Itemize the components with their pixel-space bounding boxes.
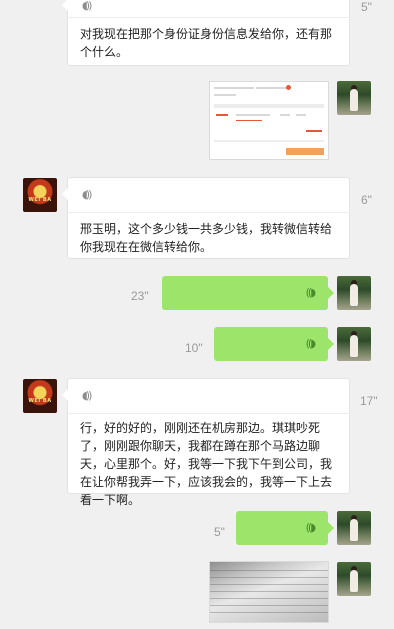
voice-transcript: 行，好的好的，刚刚还在机房那边。琪琪吵死了，刚刚跟你聊天，我都在蹲在那个马路边聊… — [80, 421, 333, 507]
voice-message-incoming[interactable]: ◖)) 行，好的好的，刚刚还在机房那边。琪琪吵死了，刚刚跟你聊天，我都在蹲在那个… — [62, 378, 350, 507]
voice-transcript: 邢玉明，这个多少钱一共多少钱，我转微信转给你我现在在微信转给你。 — [80, 222, 333, 254]
screenshot-line — [296, 114, 306, 116]
avatar[interactable] — [337, 562, 371, 596]
screenshot-button — [286, 148, 324, 155]
image-message-photo[interactable] — [209, 561, 329, 623]
photo-texture — [210, 584, 328, 585]
avatar-figure — [350, 284, 358, 306]
voice-transcript: 对我现在把那个身份证身份信息发给你，还有那个什么。 — [80, 27, 333, 59]
voice-row[interactable]: ◖)) — [68, 178, 349, 213]
photo-texture — [210, 577, 328, 578]
screenshot-mark — [286, 85, 291, 90]
photo-texture — [210, 570, 328, 571]
screenshot-mark — [306, 130, 322, 132]
avatar-logo-text: WEI BA — [28, 398, 52, 404]
voice-message-incoming[interactable]: ◖)) 对我现在把那个身份证身份信息发给你，还有那个什么。 — [62, 0, 350, 66]
voice-wave-icon: ((◗ — [305, 337, 316, 350]
screenshot-line — [214, 140, 324, 142]
voice-row[interactable]: ◖)) — [68, 379, 349, 414]
voice-row[interactable]: ◖)) — [68, 0, 349, 18]
avatar[interactable] — [337, 327, 371, 361]
screenshot-line — [214, 104, 324, 108]
photo-texture — [210, 612, 328, 613]
screenshot-line — [280, 114, 290, 116]
photo-texture — [210, 591, 328, 592]
screenshot-mark — [216, 114, 228, 116]
screenshot-line — [256, 87, 286, 89]
avatar-logo-text: WEI BA — [28, 197, 52, 203]
voice-message-outgoing[interactable]: ((◗ — [214, 327, 334, 361]
voice-duration: 6" — [361, 193, 372, 207]
voice-duration: 23" — [131, 289, 149, 303]
voice-duration: 5" — [361, 0, 372, 14]
avatar[interactable] — [337, 276, 371, 310]
avatar-figure — [350, 570, 358, 592]
avatar[interactable] — [337, 511, 371, 545]
avatar-figure — [350, 335, 358, 357]
chat-window: ◖)) 对我现在把那个身份证身份信息发给你，还有那个什么。 5" WEI BA … — [0, 0, 394, 629]
voice-duration: 10" — [185, 341, 203, 355]
voice-message-incoming[interactable]: ◖)) 邢玉明，这个多少钱一共多少钱，我转微信转给你我现在在微信转给你。 — [62, 177, 350, 259]
avatar-figure — [350, 519, 358, 541]
voice-duration: 5" — [214, 525, 225, 539]
screenshot-line — [214, 94, 236, 96]
voice-wave-icon: ((◗ — [305, 286, 316, 299]
screenshot-line — [214, 87, 254, 89]
voice-duration: 17" — [360, 394, 378, 408]
avatar[interactable] — [337, 81, 371, 115]
voice-message-outgoing[interactable]: ((◗ — [162, 276, 334, 310]
voice-wave-icon: ((◗ — [305, 521, 316, 534]
voice-wave-icon: ◖)) — [82, 389, 92, 402]
screenshot-line — [236, 114, 270, 116]
voice-message-outgoing[interactable]: ((◗ — [236, 511, 334, 545]
voice-wave-icon: ◖)) — [82, 0, 92, 12]
photo-texture — [210, 598, 328, 599]
image-message-order-screenshot[interactable] — [209, 81, 329, 160]
screenshot-mark — [236, 120, 262, 121]
photo-texture — [210, 605, 328, 606]
avatar[interactable]: WEI BA — [23, 379, 57, 413]
avatar[interactable]: WEI BA — [23, 178, 57, 212]
voice-wave-icon: ◖)) — [82, 188, 92, 201]
avatar-figure — [350, 89, 358, 111]
